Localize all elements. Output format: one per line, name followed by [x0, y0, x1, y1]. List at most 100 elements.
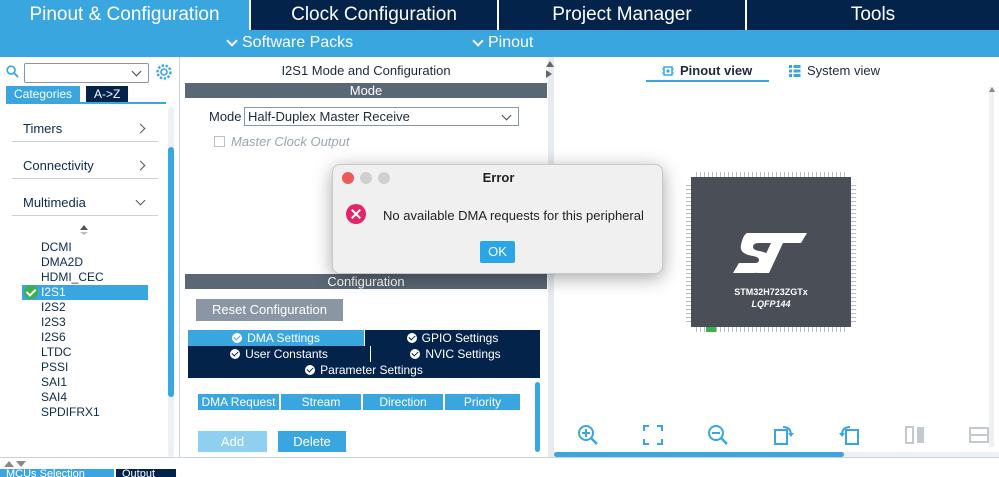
master-clock-output-label: Master Clock Output: [231, 134, 350, 149]
chevron-down-icon: [472, 35, 484, 47]
zoom-out-icon[interactable]: [707, 424, 729, 446]
expand-up-icon[interactable]: [4, 461, 14, 467]
fit-screen-icon[interactable]: [642, 424, 664, 446]
tab-gpio-settings[interactable]: GPIO Settings: [365, 330, 540, 346]
tab-label: DMA Settings: [247, 331, 320, 345]
st-logo-icon: [733, 233, 807, 273]
tab-tools[interactable]: Tools: [747, 0, 999, 30]
list-item[interactable]: I2S2: [41, 300, 66, 315]
scroll-up-icon[interactable]: [989, 87, 995, 92]
check-icon: [410, 349, 421, 359]
add-button[interactable]: Add: [198, 431, 267, 452]
list-item[interactable]: I2S6: [41, 330, 66, 345]
category-label: Timers: [23, 121, 63, 136]
mode-value: Half-Duplex Master Receive: [248, 109, 410, 124]
search-input[interactable]: [24, 63, 149, 83]
list-item[interactable]: I2S3: [41, 315, 66, 330]
flip-icon[interactable]: [904, 424, 926, 446]
sort-down-icon[interactable]: [80, 232, 88, 235]
list-item-selected[interactable]: I2S1: [41, 285, 66, 300]
chevron-right-icon: [135, 123, 146, 134]
dialog-message: No available DMA requests for this perip…: [383, 208, 644, 223]
check-icon: [406, 333, 417, 343]
check-icon: [230, 349, 241, 359]
list-item[interactable]: SAI4: [41, 390, 67, 405]
column-dma-request[interactable]: DMA Request: [198, 394, 279, 410]
tab-system-view[interactable]: System view: [789, 63, 880, 78]
chevron-right-icon: [135, 160, 146, 171]
category-timers[interactable]: Timers: [12, 116, 158, 142]
column-direction[interactable]: Direction: [363, 394, 443, 410]
tab-label: NVIC Settings: [425, 347, 501, 361]
scrollbar-thumb[interactable]: [535, 382, 540, 452]
tab-clock-configuration[interactable]: Clock Configuration: [251, 0, 499, 30]
configuration-header: Configuration: [185, 274, 547, 289]
scrollbar-thumb[interactable]: [168, 147, 174, 397]
chevron-down-icon: [135, 195, 146, 206]
pins-bottom[interactable]: [696, 327, 846, 332]
mode-select[interactable]: Half-Duplex Master Receive: [244, 107, 519, 126]
sort-up-icon[interactable]: [80, 225, 88, 230]
list-item[interactable]: DMA2D: [41, 255, 83, 270]
software-packs-menu[interactable]: Software Packs: [226, 34, 354, 52]
zoom-in-icon[interactable]: [577, 424, 599, 446]
list-item[interactable]: PSSI: [41, 360, 68, 375]
chevron-down-icon: [501, 110, 512, 121]
list-item[interactable]: SAI1: [41, 375, 67, 390]
gear-icon[interactable]: [154, 62, 174, 82]
check-icon: [305, 365, 316, 375]
tab-pinout-view[interactable]: Pinout view: [662, 63, 752, 78]
column-priority[interactable]: Priority: [445, 394, 520, 410]
split-view-icon[interactable]: [968, 424, 990, 446]
tab-output[interactable]: Output: [116, 469, 176, 477]
tab-nvic-settings[interactable]: NVIC Settings: [371, 346, 540, 362]
collapse-up-icon[interactable]: [546, 61, 554, 67]
error-icon: [346, 204, 366, 224]
list-item[interactable]: HDMI_CEC: [41, 270, 104, 285]
mcu-chip[interactable]: STM32H723ZGTx LQFP144: [686, 172, 856, 332]
category-connectivity[interactable]: Connectivity: [12, 153, 158, 179]
scrollbar-track[interactable]: [989, 87, 994, 447]
system-view-label: System view: [807, 63, 880, 78]
tab-mcus-selection[interactable]: MCUs Selection: [0, 469, 114, 477]
tab-pinout-configuration[interactable]: Pinout & Configuration: [0, 0, 251, 30]
tab-label: User Constants: [245, 347, 328, 361]
tab-label: Parameter Settings: [320, 363, 423, 377]
master-clock-output-checkbox[interactable]: [214, 136, 225, 147]
divider: [6, 102, 166, 104]
reset-configuration-button[interactable]: Reset Configuration: [196, 299, 343, 321]
categories-panel: Categories A->Z Timers Connectivity Mult…: [0, 57, 180, 457]
chip-icon: [662, 65, 674, 76]
chevron-down-icon: [226, 35, 238, 47]
main-tab-bar: Pinout & Configuration Clock Configurati…: [0, 0, 999, 30]
error-dialog: Error No available DMA requests for this…: [332, 164, 663, 274]
category-multimedia[interactable]: Multimedia: [12, 190, 158, 216]
column-stream[interactable]: Stream: [281, 394, 361, 410]
grid-icon: [789, 64, 801, 77]
search-icon[interactable]: [6, 65, 19, 78]
pins-right[interactable]: [851, 182, 856, 322]
ok-button[interactable]: OK: [480, 241, 515, 263]
collapse-down-icon[interactable]: [16, 461, 26, 467]
category-tabs: Categories A->Z: [6, 86, 129, 102]
active-pins[interactable]: [706, 327, 716, 332]
delete-button[interactable]: Delete: [278, 431, 346, 452]
tab-project-manager[interactable]: Project Manager: [499, 0, 747, 30]
tab-user-constants[interactable]: User Constants: [188, 346, 370, 362]
pinout-view-label: Pinout view: [680, 63, 753, 78]
pinout-menu[interactable]: Pinout: [472, 34, 533, 52]
collapse-right-icon[interactable]: [546, 70, 552, 78]
list-item[interactable]: SPDIFRX1: [41, 405, 100, 420]
list-item[interactable]: LTDC: [41, 345, 71, 360]
check-icon: [24, 285, 38, 299]
rotate-left-icon[interactable]: [838, 424, 860, 446]
list-item[interactable]: DCMI: [41, 240, 72, 255]
tab-categories[interactable]: Categories: [6, 86, 81, 102]
software-packs-label: Software Packs: [242, 34, 354, 51]
tab-a-z[interactable]: A->Z: [86, 86, 129, 102]
tab-dma-settings[interactable]: DMA Settings: [188, 330, 364, 346]
rotate-right-icon[interactable]: [773, 424, 795, 446]
chip-package: LQFP144: [751, 299, 791, 309]
dialog-title: Error: [482, 170, 515, 185]
tab-parameter-settings[interactable]: Parameter Settings: [188, 362, 540, 378]
